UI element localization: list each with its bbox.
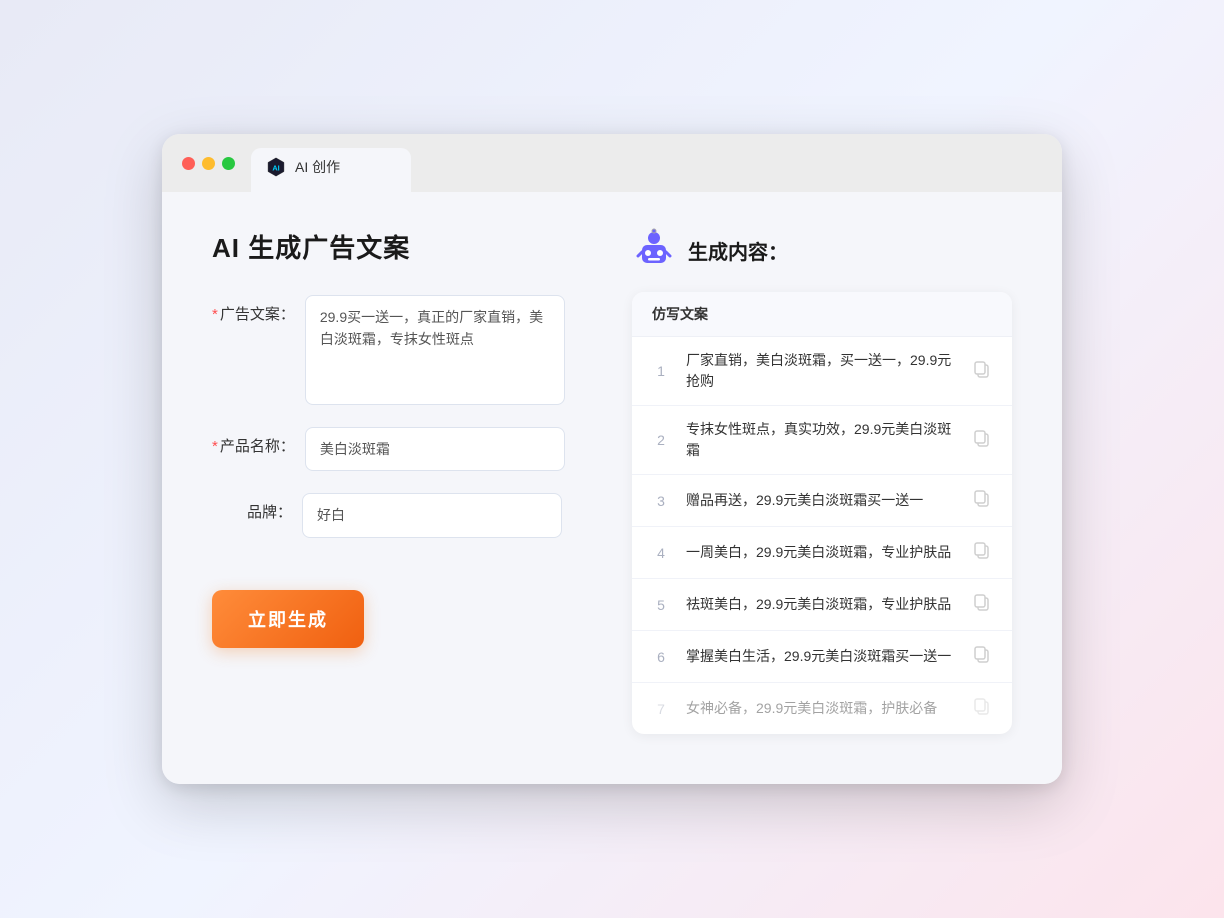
brand-input[interactable]	[302, 493, 562, 537]
ad-copy-label: *广告文案：	[212, 295, 295, 324]
browser-window: AI AI 创作 AI 生成广告文案 *广告文案： 29.9买一送一，真正的厂家…	[162, 134, 1062, 784]
brand-group: 品牌：	[212, 493, 592, 537]
result-item-text: 专抹女性斑点，真实功效，29.9元美白淡斑霜	[686, 419, 956, 461]
result-item: 2 专抹女性斑点，真实功效，29.9元美白淡斑霜	[632, 406, 1012, 475]
copy-button[interactable]	[972, 696, 992, 721]
result-list: 1 厂家直销，美白淡斑霜，买一送一，29.9元抢购 2 专抹女性斑点，真实功效，29.…	[632, 337, 1012, 734]
result-item-num: 4	[652, 545, 670, 561]
result-title: 生成内容：	[688, 236, 788, 265]
ad-copy-required: *	[212, 306, 218, 323]
ai-tab-icon: AI	[265, 156, 287, 178]
product-name-group: *产品名称：	[212, 427, 592, 471]
result-item-num: 5	[652, 597, 670, 613]
traffic-lights	[182, 157, 235, 184]
result-item-text: 祛斑美白，29.9元美白淡斑霜，专业护肤品	[686, 594, 956, 615]
copy-button[interactable]	[972, 540, 992, 565]
copy-button[interactable]	[972, 488, 992, 513]
result-item-text: 掌握美白生活，29.9元美白淡斑霜买一送一	[686, 646, 956, 667]
product-name-label: *产品名称：	[212, 427, 295, 456]
result-item-text: 女神必备，29.9元美白淡斑霜，护肤必备	[686, 698, 956, 719]
svg-text:AI: AI	[272, 164, 279, 173]
result-item: 4 一周美白，29.9元美白淡斑霜，专业护肤品	[632, 527, 1012, 579]
minimize-button[interactable]	[202, 157, 215, 170]
copy-button[interactable]	[972, 592, 992, 617]
browser-content: AI 生成广告文案 *广告文案： 29.9买一送一，真正的厂家直销，美白淡斑霜，…	[162, 192, 1062, 784]
result-item: 1 厂家直销，美白淡斑霜，买一送一，29.9元抢购	[632, 337, 1012, 406]
result-item-num: 6	[652, 649, 670, 665]
brand-label: 品牌：	[212, 493, 292, 522]
result-item-text: 赠品再送，29.9元美白淡斑霜买一送一	[686, 490, 956, 511]
result-item-text: 厂家直销，美白淡斑霜，买一送一，29.9元抢购	[686, 350, 956, 392]
result-column-header: 仿写文案	[632, 292, 1012, 337]
product-name-input[interactable]	[305, 427, 565, 471]
ad-copy-group: *广告文案： 29.9买一送一，真正的厂家直销，美白淡斑霜，专抹女性斑点	[212, 295, 592, 405]
result-item: 5 祛斑美白，29.9元美白淡斑霜，专业护肤品	[632, 579, 1012, 631]
result-item-num: 2	[652, 432, 670, 448]
result-item: 3 赠品再送，29.9元美白淡斑霜买一送一	[632, 475, 1012, 527]
copy-button[interactable]	[972, 428, 992, 453]
robot-icon	[632, 228, 676, 272]
result-content: 仿写文案 1 厂家直销，美白淡斑霜，买一送一，29.9元抢购 2 专抹女性斑点，真实功…	[632, 292, 1012, 734]
ad-copy-input[interactable]: 29.9买一送一，真正的厂家直销，美白淡斑霜，专抹女性斑点	[305, 295, 565, 405]
maximize-button[interactable]	[222, 157, 235, 170]
page-title: AI 生成广告文案	[212, 228, 592, 265]
left-panel: AI 生成广告文案 *广告文案： 29.9买一送一，真正的厂家直销，美白淡斑霜，…	[212, 228, 592, 734]
result-item: 7 女神必备，29.9元美白淡斑霜，护肤必备	[632, 683, 1012, 734]
copy-button[interactable]	[972, 359, 992, 384]
browser-tab[interactable]: AI AI 创作	[251, 148, 411, 192]
result-item-text: 一周美白，29.9元美白淡斑霜，专业护肤品	[686, 542, 956, 563]
close-button[interactable]	[182, 157, 195, 170]
result-item-num: 3	[652, 493, 670, 509]
tab-label: AI 创作	[295, 157, 340, 177]
copy-button[interactable]	[972, 644, 992, 669]
result-item-num: 1	[652, 363, 670, 379]
right-panel: 生成内容： 仿写文案 1 厂家直销，美白淡斑霜，买一送一，29.9元抢购 2 专抹女性…	[632, 228, 1012, 734]
result-item-num: 7	[652, 701, 670, 717]
product-name-required: *	[212, 438, 218, 455]
generate-button[interactable]: 立即生成	[212, 590, 364, 648]
titlebar: AI AI 创作	[162, 134, 1062, 192]
result-header: 生成内容：	[632, 228, 1012, 272]
result-item: 6 掌握美白生活，29.9元美白淡斑霜买一送一	[632, 631, 1012, 683]
